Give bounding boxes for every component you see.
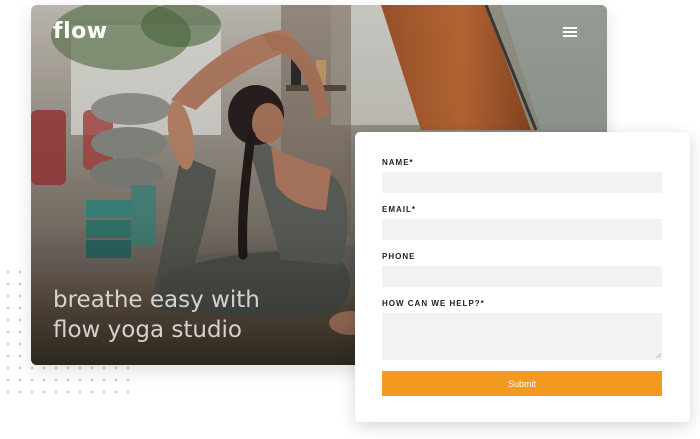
tagline-line-1: breathe easy with bbox=[53, 287, 260, 313]
email-field[interactable] bbox=[382, 219, 662, 240]
email-label: EMAIL* bbox=[382, 205, 416, 214]
submit-button[interactable]: Submit bbox=[382, 371, 662, 396]
phone-field[interactable] bbox=[382, 266, 662, 287]
help-message-field[interactable] bbox=[382, 313, 662, 360]
name-label: NAME* bbox=[382, 158, 414, 167]
menu-button[interactable] bbox=[563, 25, 579, 39]
tagline-line-2: flow yoga studio bbox=[53, 317, 243, 343]
textarea-resize-handle[interactable] bbox=[656, 353, 661, 358]
brand-logo[interactable]: flow bbox=[53, 19, 108, 44]
hero-tagline: breathe easy with flow yoga studio bbox=[53, 285, 353, 345]
landing-page: flow breathe easy with flow yoga studio … bbox=[0, 0, 700, 439]
help-label: HOW CAN WE HELP?* bbox=[382, 299, 485, 308]
phone-label: PHONE bbox=[382, 252, 416, 261]
hamburger-menu-icon bbox=[563, 25, 577, 37]
name-field[interactable] bbox=[382, 172, 662, 193]
contact-form: NAME* EMAIL* PHONE HOW CAN WE HELP?* Sub… bbox=[355, 132, 690, 422]
